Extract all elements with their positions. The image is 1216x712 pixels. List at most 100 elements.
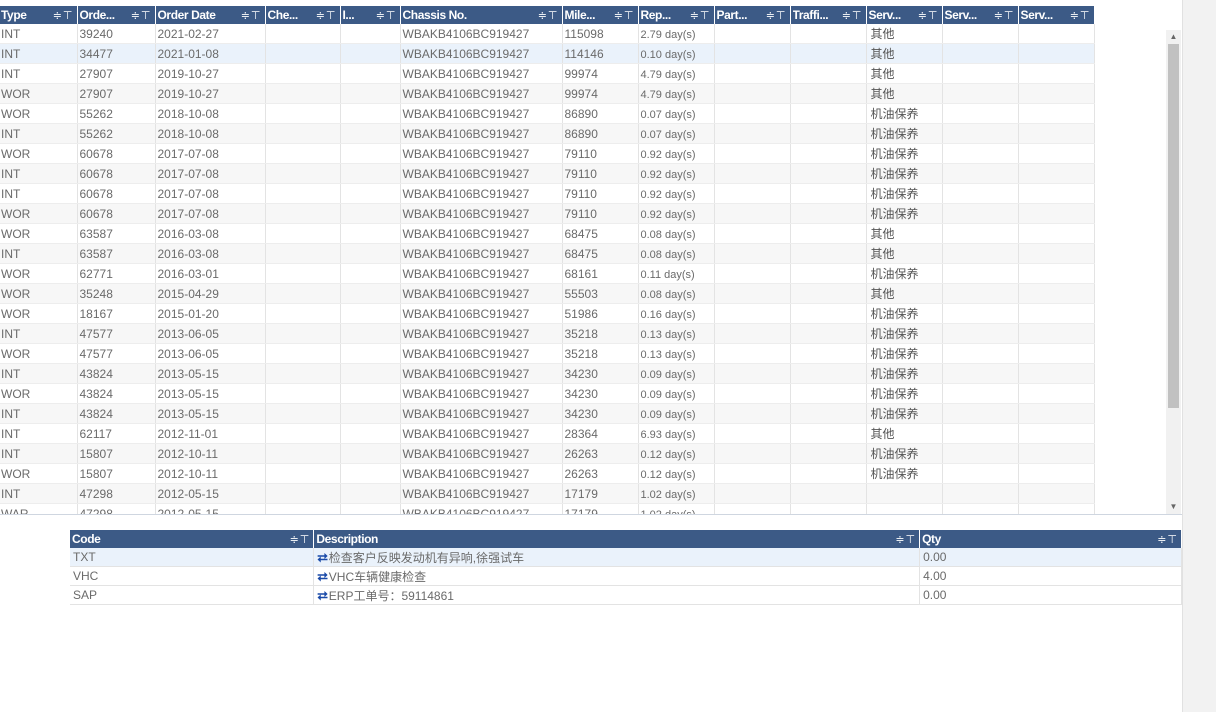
table-row[interactable]: TXT ⮂检查客户反映发动机有异响,徐强试车 0.00 — [70, 548, 1182, 567]
header-cell: Chassis No. ≑⊤ — [403, 8, 562, 22]
cell-value: WBAKB4106BC919427 — [402, 186, 530, 201]
sort-filter-icon[interactable]: ≑⊤ — [1157, 533, 1180, 546]
sort-filter-icon[interactable]: ≑⊤ — [241, 9, 264, 22]
sort-filter-icon[interactable]: ≑⊤ — [53, 9, 76, 22]
table-cell: INT — [0, 483, 78, 504]
cell-value: 其他 — [870, 227, 895, 241]
scroll-up-arrow-icon[interactable]: ▲ — [1166, 30, 1181, 44]
table-row[interactable]: INT 47577 2013-06-05 WBAKB4106BC919427 35218… — [0, 323, 1095, 344]
detail_grid-header-3[interactable]: Qty ≑⊤ — [919, 530, 1182, 548]
table-row[interactable]: WOR 35248 2015-04-29 WBAKB4106BC919427 55503… — [0, 283, 1095, 304]
cell-value: 18167 — [79, 306, 113, 321]
orders_grid-header-5[interactable]: I... ≑⊤ — [340, 6, 401, 24]
swap-arrows-icon[interactable]: ⮂ — [317, 588, 327, 603]
cell-value: 其他 — [870, 67, 895, 81]
orders_grid-header-2[interactable]: Orde... ≑⊤ — [77, 6, 156, 24]
orders_grid-header-10[interactable]: Traffi... ≑⊤ — [790, 6, 867, 24]
header-cell: Code ≑⊤ — [72, 532, 313, 546]
cell-value: 其他 — [870, 47, 895, 61]
page-scroll-track[interactable] — [1182, 0, 1216, 712]
table-cell: WOR — [0, 203, 78, 224]
swap-arrows-icon[interactable]: ⮂ — [317, 550, 327, 565]
table-cell: WBAKB4106BC919427 — [400, 343, 563, 364]
table-row[interactable]: WOR 63587 2016-03-08 WBAKB4106BC919427 68475… — [0, 223, 1095, 244]
table-row[interactable]: WOR 55262 2018-10-08 WBAKB4106BC919427 86890… — [0, 103, 1095, 124]
detail_grid-header-2[interactable]: Description ≑⊤ — [313, 530, 921, 548]
table-row[interactable]: WOR 15807 2012-10-11 WBAKB4106BC919427 26263… — [0, 463, 1095, 484]
sort-filter-icon[interactable]: ≑⊤ — [895, 533, 918, 546]
table-row[interactable]: INT 27907 2019-10-27 WBAKB4106BC919427 99974… — [0, 63, 1095, 84]
table-row[interactable]: INT 55262 2018-10-08 WBAKB4106BC919427 86890… — [0, 123, 1095, 144]
orders_grid-header-6[interactable]: Chassis No. ≑⊤ — [400, 6, 563, 24]
table-row[interactable]: SAP ⮂ERP工单号：59114861 0.00 — [70, 585, 1182, 605]
cell-value: WBAKB4106BC919427 — [402, 166, 530, 181]
sort-filter-icon[interactable]: ≑⊤ — [131, 9, 154, 22]
table-row[interactable]: INT 15807 2012-10-11 WBAKB4106BC919427 26263… — [0, 443, 1095, 464]
sort-filter-icon[interactable]: ≑⊤ — [766, 9, 789, 22]
scroll-thumb[interactable] — [1168, 44, 1179, 408]
table-row[interactable]: WOR 62771 2016-03-01 WBAKB4106BC919427 68161… — [0, 263, 1095, 284]
table-row[interactable]: WOR 27907 2019-10-27 WBAKB4106BC919427 99974… — [0, 83, 1095, 104]
table-row[interactable]: INT 39240 2021-02-27 WBAKB4106BC919427 11509… — [0, 24, 1095, 44]
table-cell — [714, 443, 791, 464]
orders_grid-header-1[interactable]: Type ≑⊤ — [0, 6, 78, 24]
table-cell: 0.08 day(s) — [638, 223, 715, 244]
table-row[interactable]: VHC ⮂VHC车辆健康检查 4.00 — [70, 566, 1182, 586]
table-row[interactable]: INT 43824 2013-05-15 WBAKB4106BC919427 34230… — [0, 363, 1095, 384]
table-cell — [265, 283, 341, 304]
orders_grid-header-13[interactable]: Serv... ≑⊤ — [1018, 6, 1095, 24]
orders_grid-header-12[interactable]: Serv... ≑⊤ — [942, 6, 1019, 24]
table-row[interactable]: WOR 18167 2015-01-20 WBAKB4106BC919427 51986… — [0, 303, 1095, 324]
sort-filter-icon[interactable]: ≑⊤ — [690, 9, 713, 22]
table-cell — [714, 343, 791, 364]
table-cell — [866, 503, 943, 514]
table-row[interactable]: WOR 47577 2013-06-05 WBAKB4106BC919427 35218… — [0, 343, 1095, 364]
table-row[interactable]: WOR 60678 2017-07-08 WBAKB4106BC919427 79110… — [0, 143, 1095, 164]
cell-value: 4.79 day(s) — [640, 68, 696, 81]
sort-filter-icon[interactable]: ≑⊤ — [614, 9, 637, 22]
sort-filter-icon[interactable]: ≑⊤ — [290, 533, 313, 546]
table-cell: 0.92 day(s) — [638, 143, 715, 164]
table-cell: 0.07 day(s) — [638, 123, 715, 144]
table-row[interactable]: WAR 47298 2012-05-15 WBAKB4106BC919427 17179… — [0, 503, 1095, 515]
table-cell — [1018, 203, 1095, 224]
table-row[interactable]: INT 34477 2021-01-08 WBAKB4106BC919427 11414… — [0, 43, 1095, 64]
orders-vertical-scrollbar[interactable]: ▲ ▼ — [1166, 30, 1181, 514]
table-row[interactable]: INT 63587 2016-03-08 WBAKB4106BC919427 68475… — [0, 243, 1095, 264]
sort-filter-icon[interactable]: ≑⊤ — [538, 9, 561, 22]
sort-filter-icon[interactable]: ≑⊤ — [994, 9, 1017, 22]
table-cell — [790, 123, 867, 144]
swap-arrows-icon[interactable]: ⮂ — [317, 569, 327, 584]
detail_grid-header-1[interactable]: Code ≑⊤ — [70, 530, 315, 548]
table-cell: VHC — [70, 566, 315, 586]
table-cell — [265, 423, 341, 444]
sort-filter-icon[interactable]: ≑⊤ — [918, 9, 941, 22]
table-row[interactable]: WOR 60678 2017-07-08 WBAKB4106BC919427 79110… — [0, 203, 1095, 224]
sort-filter-icon[interactable]: ≑⊤ — [1070, 9, 1093, 22]
cell-value: 114146 — [564, 46, 604, 61]
orders_grid-header-3[interactable]: Order Date ≑⊤ — [155, 6, 266, 24]
table-row[interactable]: INT 60678 2017-07-08 WBAKB4106BC919427 79110… — [0, 183, 1095, 204]
orders_grid-header-7[interactable]: Mile... ≑⊤ — [562, 6, 639, 24]
orders_grid-header-9[interactable]: Part... ≑⊤ — [714, 6, 791, 24]
sort-filter-icon[interactable]: ≑⊤ — [842, 9, 865, 22]
table-cell — [1018, 323, 1095, 344]
table-row[interactable]: INT 60678 2017-07-08 WBAKB4106BC919427 79110… — [0, 163, 1095, 184]
table-row[interactable]: INT 43824 2013-05-15 WBAKB4106BC919427 34230… — [0, 403, 1095, 424]
table-cell — [1018, 123, 1095, 144]
orders_grid-header-4[interactable]: Che... ≑⊤ — [265, 6, 341, 24]
table-cell: 2019-10-27 — [155, 83, 266, 104]
orders_grid-header-11[interactable]: Serv... ≑⊤ — [866, 6, 943, 24]
scroll-down-arrow-icon[interactable]: ▼ — [1166, 500, 1181, 514]
table-cell — [265, 203, 341, 224]
table-cell: 其他 — [866, 423, 943, 444]
table-row[interactable]: WOR 43824 2013-05-15 WBAKB4106BC919427 34230… — [0, 383, 1095, 404]
table-row[interactable]: INT 47298 2012-05-15 WBAKB4106BC919427 17179… — [0, 483, 1095, 504]
cell-value: 2012-05-15 — [157, 506, 219, 515]
table-cell — [265, 343, 341, 364]
sort-filter-icon[interactable]: ≑⊤ — [376, 9, 399, 22]
table-row[interactable]: INT 62117 2012-11-01 WBAKB4106BC919427 28364… — [0, 423, 1095, 444]
orders_grid-header-8[interactable]: Rep... ≑⊤ — [638, 6, 715, 24]
cell-value: INT — [1, 66, 21, 81]
sort-filter-icon[interactable]: ≑⊤ — [316, 9, 339, 22]
